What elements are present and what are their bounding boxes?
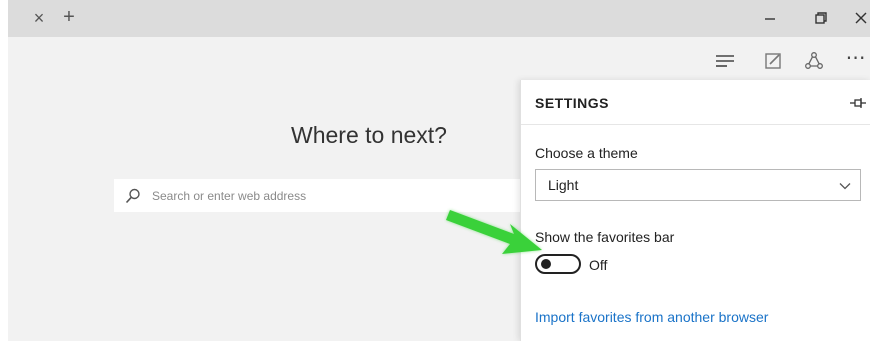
import-favorites-link[interactable]: Import favorites from another browser (535, 309, 768, 325)
close-tab-icon[interactable]: × (28, 6, 50, 30)
settings-pane: SETTINGS Choose a theme Light Show the f… (520, 80, 870, 341)
search-icon (125, 188, 140, 204)
divider (521, 124, 870, 125)
theme-select-value: Light (548, 177, 579, 193)
minimize-icon[interactable] (756, 6, 784, 30)
theme-label: Choose a theme (535, 145, 638, 161)
browser-window: × + ⋯ Where to next? Search or enter web… (8, 0, 870, 341)
share-icon[interactable] (800, 47, 828, 75)
close-window-icon[interactable] (847, 6, 870, 30)
web-note-icon[interactable] (759, 47, 787, 75)
pin-icon[interactable] (849, 94, 867, 112)
tab-bar: × + (8, 0, 870, 37)
restore-icon[interactable] (807, 6, 835, 30)
page-title: Where to next? (291, 122, 447, 148)
annotation-arrow-icon (446, 210, 542, 254)
toggle-state-label: Off (589, 257, 608, 273)
hub-icon[interactable] (711, 47, 739, 75)
theme-select[interactable]: Light (535, 169, 861, 201)
toggle-knob (541, 259, 551, 269)
new-tab-icon[interactable]: + (58, 5, 80, 29)
favorites-bar-label: Show the favorites bar (535, 229, 675, 245)
more-icon[interactable]: ⋯ (842, 47, 870, 75)
settings-title: SETTINGS (535, 95, 610, 111)
chevron-down-icon (839, 183, 851, 190)
